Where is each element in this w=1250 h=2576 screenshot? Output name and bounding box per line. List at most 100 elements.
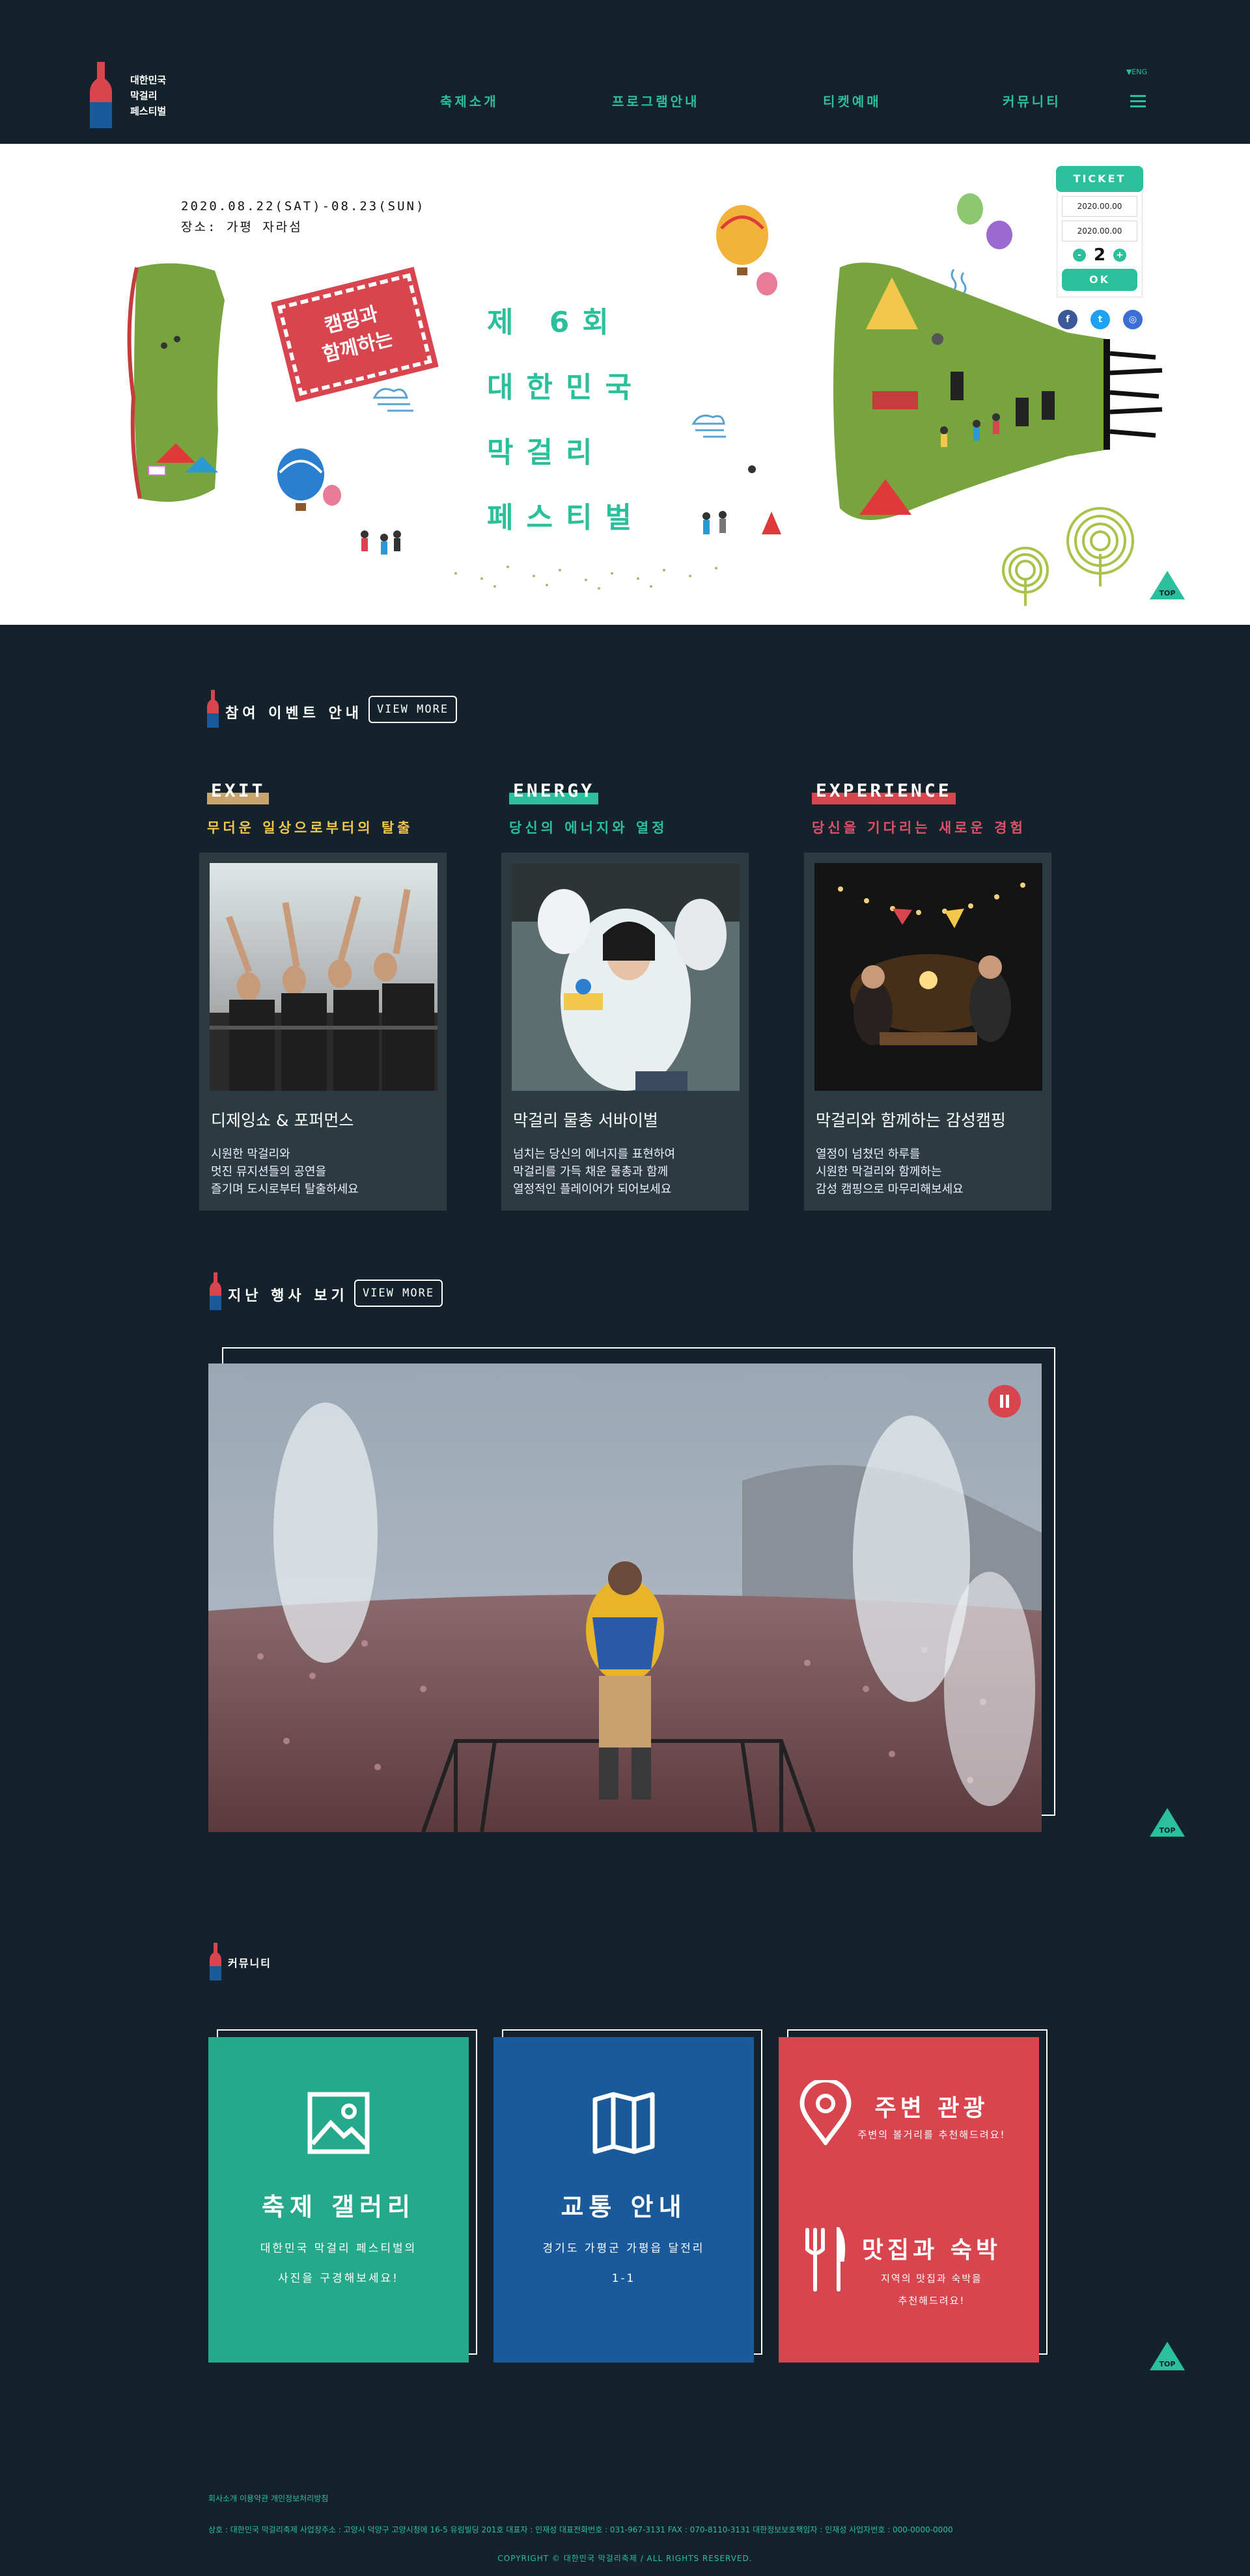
title-line: 제 6회 bbox=[487, 306, 622, 339]
event-subtitle: 당신의 에너지와 열정 bbox=[509, 820, 668, 836]
desc-line: 시원한 막걸리와 bbox=[211, 1147, 290, 1161]
event-tag: EXIT bbox=[207, 781, 270, 804]
event-card[interactable]: 막걸리 물총 서바이벌 넘치는 당신의 에너지를 표현하여 막걸리를 가득 채운… bbox=[501, 853, 749, 1211]
title-line: 대한민국 bbox=[487, 371, 645, 404]
tile-title: 맛집과 숙박 bbox=[861, 2237, 1002, 2264]
ticket-widget: TICKET 2020.00.00 2020.00.00 - 2 + OK bbox=[1056, 166, 1143, 303]
event-experience: EXPERIENCE 당신을 기다리는 새로운 경험 막걸리와 함께하는 감성캠… bbox=[804, 781, 1063, 1230]
map-icon bbox=[592, 2092, 655, 2154]
svg-text:TOP: TOP bbox=[1160, 2360, 1176, 2368]
scroll-top-button[interactable]: TOP bbox=[1150, 2342, 1185, 2370]
tile-title: 축제 갤러리 bbox=[261, 2193, 416, 2221]
pause-button[interactable] bbox=[988, 1385, 1021, 1418]
tile-description: 대한민국 막걸리 페스티벌의 사진을 구경해보세요! bbox=[208, 2234, 469, 2294]
festival-date: 2020.08.22(SAT)-08.23(SUN) bbox=[181, 199, 426, 213]
event-exit: EXIT 무더운 일상으로부터의 탈출 디제잉쇼 & 포퍼먼스 시원한 막걸리와… bbox=[199, 781, 458, 1230]
event-tag: EXPERIENCE bbox=[812, 781, 956, 804]
nav-festival-intro[interactable]: 축제소개 bbox=[440, 91, 499, 110]
twitter-icon[interactable]: t bbox=[1090, 310, 1110, 329]
ticket-quantity: 2 bbox=[1093, 245, 1106, 265]
section-heading: 지난 행사 보기 bbox=[228, 1288, 348, 1304]
past-view-more-button[interactable]: VIEW MORE bbox=[354, 1280, 443, 1307]
event-description: 시원한 막걸리와 멋진 뮤지션들의 공연을 즐기며 도시로부터 탈출하세요 bbox=[211, 1145, 359, 1198]
minus-button[interactable]: - bbox=[1072, 249, 1086, 262]
event-card[interactable]: 막걸리와 함께하는 감성캠핑 열정이 넘쳤던 하루를 시원한 막걸리와 함께하는… bbox=[804, 853, 1051, 1211]
bottle-icon bbox=[210, 1272, 221, 1310]
festival-title: 제 6회 대한민국 막걸리 페스티벌 bbox=[487, 290, 645, 551]
desc-line: 지역의 맛집과 숙박을 bbox=[881, 2273, 982, 2284]
desc-line: 시원한 막걸리와 함께하는 bbox=[816, 1165, 942, 1179]
event-energy: ENERGY 당신의 에너지와 열정 막걸리 물총 서바이벌 넘치는 당신의 에… bbox=[501, 781, 760, 1230]
directions-tile[interactable]: 교통 안내 경기도 가평군 가평읍 달전리 1-1 bbox=[493, 2037, 754, 2363]
gallery-tile[interactable]: 축제 갤러리 대한민국 막걸리 페스티벌의 사진을 구경해보세요! bbox=[208, 2037, 469, 2363]
festival-date-info: 2020.08.22(SAT)-08.23(SUN) 장소: 가평 자라섬 bbox=[181, 196, 425, 238]
tile-title: 교통 안내 bbox=[561, 2193, 687, 2221]
tile-description: 지역의 맛집과 숙박을 추천해드려요! bbox=[824, 2268, 1039, 2312]
hero-banner: 2020.08.22(SAT)-08.23(SUN) 장소: 가평 자라섬 캠핑… bbox=[0, 144, 1250, 625]
desc-line: 감성 캠핑으로 마무리해보세요 bbox=[816, 1183, 964, 1196]
main-nav: 축제소개 프로그램안내 티켓예매 커뮤니티 bbox=[0, 91, 1250, 111]
event-name: 디제잉쇼 & 포퍼먼스 bbox=[211, 1111, 354, 1130]
scroll-top-button[interactable]: TOP bbox=[1150, 571, 1185, 599]
menu-icon[interactable] bbox=[1130, 95, 1146, 108]
event-tag: ENERGY bbox=[509, 781, 599, 804]
event-card[interactable]: 디제잉쇼 & 포퍼먼스 시원한 막걸리와 멋진 뮤지션들의 공연을 즐기며 도시… bbox=[199, 853, 447, 1211]
ticket-date-to[interactable]: 2020.00.00 bbox=[1062, 221, 1137, 241]
event-photo bbox=[814, 863, 1042, 1091]
event-description: 넘치는 당신의 에너지를 표현하여 막걸리를 가득 채운 물총과 함께 열정적인… bbox=[513, 1145, 675, 1198]
desc-line: 열정이 넘쳤던 하루를 bbox=[816, 1147, 921, 1161]
desc-line: 넘치는 당신의 에너지를 표현하여 bbox=[513, 1147, 676, 1161]
footer-copyright: COPYRIGHT © 대한민국 막걸리축제 / ALL RIGHTS RESE… bbox=[497, 2554, 753, 2563]
title-line: 페스티벌 bbox=[487, 501, 645, 534]
nav-program[interactable]: 프로그램안내 bbox=[612, 91, 699, 110]
desc-line: 경기도 가평군 가평읍 달전리 bbox=[542, 2242, 705, 2255]
logo-line: 대한민국 bbox=[130, 74, 167, 86]
community-section-title: 커뮤니티 bbox=[210, 1943, 405, 1982]
event-subtitle: 당신을 기다리는 새로운 경험 bbox=[812, 820, 1026, 836]
tile-description: 경기도 가평군 가평읍 달전리 1-1 bbox=[493, 2234, 754, 2294]
festival-place: 장소: 가평 자라섬 bbox=[181, 220, 303, 234]
desc-line: 즐기며 도시로부터 탈출하세요 bbox=[211, 1183, 359, 1196]
event-subtitle: 무더운 일상으로부터의 탈출 bbox=[207, 820, 413, 836]
facebook-icon[interactable]: f bbox=[1058, 310, 1077, 329]
footer-company-info: 상호 : 대한민국 막걸리축제 사업장주소 : 고양시 덕양구 고양시청에 16… bbox=[208, 2525, 953, 2534]
event-name: 막걸리 물총 서바이벌 bbox=[513, 1111, 658, 1130]
desc-line: 사진을 구경해보세요! bbox=[278, 2272, 399, 2285]
section-heading: 참여 이벤트 안내 bbox=[225, 706, 363, 722]
ticket-quantity-stepper: - 2 + bbox=[1062, 245, 1137, 265]
desc-line: 대한민국 막걸리 페스티벌의 bbox=[260, 2242, 417, 2255]
tile-title: 주변 관광 bbox=[874, 2095, 989, 2122]
events-view-more-button[interactable]: VIEW MORE bbox=[368, 696, 457, 723]
footer-links[interactable]: 회사소개 이용약관 개인정보처리방침 bbox=[208, 2493, 328, 2504]
image-icon bbox=[307, 2092, 370, 2154]
event-description: 열정이 넘쳤던 하루를 시원한 막걸리와 함께하는 감성 캠핑으로 마무리해보세… bbox=[816, 1145, 964, 1198]
desc-line: 멋진 뮤지션들의 공연을 bbox=[211, 1165, 327, 1179]
language-toggle[interactable]: ▼ENG bbox=[1126, 68, 1147, 76]
ticket-body: 2020.00.00 2020.00.00 - 2 + OK bbox=[1056, 192, 1143, 298]
social-links: f t ◎ bbox=[1058, 310, 1143, 332]
past-event-video[interactable] bbox=[208, 1363, 1042, 1832]
bottle-icon bbox=[210, 1943, 221, 1980]
instagram-icon[interactable]: ◎ bbox=[1123, 310, 1143, 329]
section-heading: 커뮤니티 bbox=[228, 1957, 271, 1969]
event-photo bbox=[512, 863, 740, 1091]
tourism-food-tile[interactable]: 주변 관광 주변의 볼거리를 추천해드려요! 맛집과 숙박 지역의 맛집과 숙박… bbox=[779, 2037, 1039, 2363]
event-name: 막걸리와 함께하는 감성캠핑 bbox=[816, 1111, 1006, 1130]
desc-line: 열정적인 플레이어가 되어보세요 bbox=[513, 1183, 672, 1196]
nav-community[interactable]: 커뮤니티 bbox=[1003, 91, 1061, 110]
plus-button[interactable]: + bbox=[1113, 249, 1127, 262]
ticket-date-from[interactable]: 2020.00.00 bbox=[1062, 196, 1137, 217]
scroll-top-button[interactable]: TOP bbox=[1150, 1808, 1185, 1837]
event-photo bbox=[210, 863, 438, 1091]
title-line: 막걸리 bbox=[487, 436, 605, 469]
desc-line: 1-1 bbox=[611, 2272, 636, 2285]
svg-text:TOP: TOP bbox=[1160, 589, 1176, 597]
desc-line: 막걸리를 가득 채운 물총과 함께 bbox=[513, 1165, 669, 1179]
ticket-ok-button[interactable]: OK bbox=[1062, 269, 1137, 291]
site-footer: 회사소개 이용약관 개인정보처리방침 상호 : 대한민국 막걸리축제 사업장주소… bbox=[0, 2460, 1250, 2576]
nav-ticket[interactable]: 티켓예매 bbox=[823, 91, 882, 110]
desc-line: 추천해드려요! bbox=[898, 2295, 965, 2307]
site-header: 대한민국 막걸리 페스티벌 축제소개 프로그램안내 티켓예매 커뮤니티 ▼ENG bbox=[0, 0, 1250, 144]
tile-description[interactable]: 주변의 볼거리를 추천해드려요! bbox=[824, 2127, 1039, 2143]
ticket-header: TICKET bbox=[1056, 166, 1143, 192]
